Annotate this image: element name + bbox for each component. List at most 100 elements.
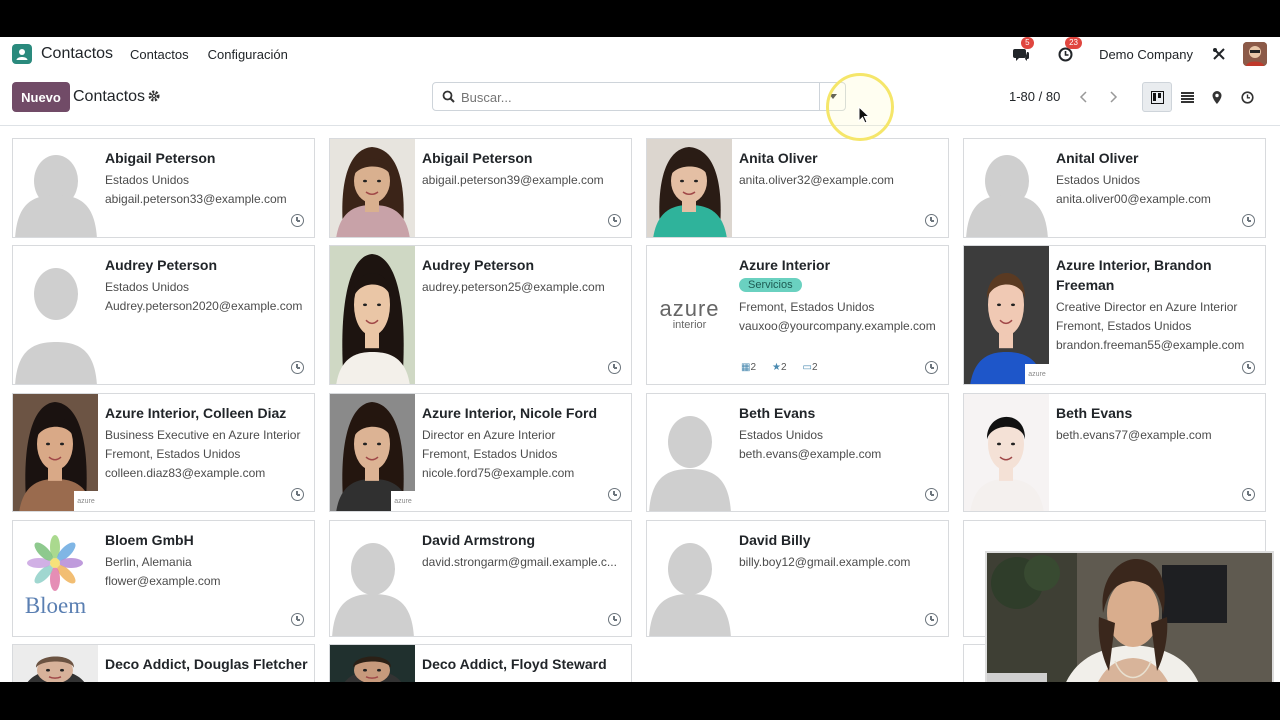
contact-photo: azure xyxy=(964,246,1049,384)
contact-name: David Billy xyxy=(739,532,811,548)
contact-name: Azure Interior xyxy=(739,257,831,273)
avatar-placeholder-icon xyxy=(647,521,732,636)
odoo-contacts-app: Contactos Contactos Configuración 5 23 D… xyxy=(0,37,1280,682)
invoices-stat[interactable]: ▭2 xyxy=(803,362,818,373)
contact-card[interactable]: Deco Addict, Douglas Fletcher xyxy=(12,644,315,682)
pager-value[interactable]: 1-80 / 80 xyxy=(1009,89,1060,104)
meetings-stat[interactable]: ▦2 xyxy=(741,362,756,373)
contact-name: Abigail Peterson xyxy=(105,150,216,166)
contact-card[interactable]: azure Azure Interior, Brandon Freeman Crea… xyxy=(963,245,1266,385)
menu-contactos[interactable]: Contactos xyxy=(130,47,189,62)
contact-card[interactable]: Abigail Peterson abigail.peterson39@examp… xyxy=(329,138,632,238)
activity-clock-icon[interactable] xyxy=(1242,214,1255,227)
contact-info: David Billy billy.boy12@gmail.example.com xyxy=(732,521,948,636)
contact-name: Abigail Peterson xyxy=(422,150,533,166)
contact-detail: abigail.peterson33@example.com xyxy=(105,192,287,206)
activity-clock-icon[interactable] xyxy=(925,488,938,501)
contact-name: Audrey Peterson xyxy=(422,257,535,273)
card-icon: ▭ xyxy=(802,362,812,373)
contacts-app-icon[interactable] xyxy=(12,44,32,64)
contact-photo xyxy=(647,139,732,237)
contact-detail: Estados Unidos xyxy=(739,428,824,442)
messages-button[interactable]: 5 xyxy=(1011,37,1034,64)
contact-card[interactable]: Audrey Peterson audrey.peterson25@example… xyxy=(329,245,632,385)
new-button[interactable]: Nuevo xyxy=(12,82,70,112)
map-view-button[interactable] xyxy=(1202,82,1232,112)
activity-clock-icon[interactable] xyxy=(608,613,621,626)
avatar-placeholder-icon xyxy=(647,394,732,511)
contact-card[interactable]: Audrey Peterson Estados Unidos Audrey.pete… xyxy=(12,245,315,385)
activity-clock-icon[interactable] xyxy=(291,488,304,501)
activity-clock-icon[interactable] xyxy=(291,613,304,626)
activity-clock-icon[interactable] xyxy=(1242,361,1255,374)
contact-info: Azure Interior, Nicole Ford Director en A… xyxy=(415,394,631,511)
contact-card[interactable]: Anital Oliver Estados Unidos anita.oliver0… xyxy=(963,138,1266,238)
contact-detail: vauxoo@yourcompany.example.com xyxy=(739,319,936,333)
contact-detail: Director en Azure Interior xyxy=(422,428,556,442)
contact-name: Anita Oliver xyxy=(739,150,818,166)
activities-button[interactable]: 23 xyxy=(1055,37,1082,64)
contact-detail: Fremont, Estados Unidos xyxy=(422,447,558,461)
contact-card[interactable]: Beth Evans beth.evans77@example.com xyxy=(963,393,1266,512)
contact-photo: azure xyxy=(330,394,415,511)
activity-clock-icon[interactable] xyxy=(608,488,621,501)
gear-icon[interactable] xyxy=(148,89,160,107)
contact-detail: Fremont, Estados Unidos xyxy=(105,447,241,461)
contact-detail: Estados Unidos xyxy=(1056,173,1141,187)
activity-view-button[interactable] xyxy=(1232,82,1262,112)
app-name[interactable]: Contactos xyxy=(41,45,113,63)
contact-info: Deco Addict, Douglas Fletcher xyxy=(98,645,314,682)
contact-photo xyxy=(330,246,415,384)
activity-clock-icon[interactable] xyxy=(925,214,938,227)
list-view-button[interactable] xyxy=(1172,82,1202,112)
activity-clock-icon[interactable] xyxy=(1242,488,1255,501)
contact-detail: beth.evans@example.com xyxy=(739,447,882,461)
company-mini-logo: azure xyxy=(74,491,98,511)
contact-detail: brandon.freeman55@example.com xyxy=(1056,338,1245,352)
debug-tools-button[interactable] xyxy=(1209,44,1229,64)
mouse-cursor-icon xyxy=(858,106,870,124)
activity-clock-icon[interactable] xyxy=(608,361,621,374)
contact-detail: billy.boy12@gmail.example.com xyxy=(739,555,911,569)
contact-name: Bloem GmbH xyxy=(105,532,194,548)
activity-clock-icon[interactable] xyxy=(291,361,304,374)
contact-card[interactable]: David Armstrong david.strongarm@gmail.exa… xyxy=(329,520,632,637)
contact-detail: david.strongarm@gmail.example.c... xyxy=(422,555,617,569)
pager-next-button[interactable] xyxy=(1100,84,1126,110)
contact-card[interactable]: Anita Oliver anita.oliver32@example.com xyxy=(646,138,949,238)
contact-detail: audrey.peterson25@example.com xyxy=(422,280,605,294)
activity-clock-icon[interactable] xyxy=(925,361,938,374)
contact-name: Azure Interior, Nicole Ford xyxy=(422,405,598,421)
contact-detail: anita.oliver00@example.com xyxy=(1056,192,1211,206)
contact-card[interactable]: azure Azure Interior, Nicole Ford Director… xyxy=(329,393,632,512)
company-switcher[interactable]: Demo Company xyxy=(1099,47,1193,62)
company-logo: Bloem xyxy=(13,521,98,636)
activity-clock-icon[interactable] xyxy=(291,214,304,227)
pager-previous-button[interactable] xyxy=(1071,84,1097,110)
activity-clock-icon[interactable] xyxy=(925,613,938,626)
contact-detail: Fremont, Estados Unidos xyxy=(739,300,875,314)
contact-card[interactable]: Abigail Peterson Estados Unidos abigail.pe… xyxy=(12,138,315,238)
contact-name: Azure Interior, Colleen Diaz xyxy=(105,405,287,421)
user-avatar[interactable] xyxy=(1243,42,1267,66)
menu-configuracion[interactable]: Configuración xyxy=(208,47,288,62)
card-stats: ▦2 ★2 ▭2 xyxy=(741,362,818,373)
contact-card[interactable]: Beth Evans Estados Unidos beth.evans@examp… xyxy=(646,393,949,512)
contact-card[interactable]: azure interior Azure Interior Servicios Fre… xyxy=(646,245,949,385)
search-input[interactable] xyxy=(461,87,817,107)
category-tag: Servicios xyxy=(739,278,802,292)
contact-name: Anital Oliver xyxy=(1056,150,1139,166)
search-bar xyxy=(432,82,846,111)
activity-clock-icon[interactable] xyxy=(608,214,621,227)
kanban-view-button[interactable] xyxy=(1142,82,1172,112)
contact-card[interactable]: David Billy billy.boy12@gmail.example.com xyxy=(646,520,949,637)
rating-stat[interactable]: ★2 xyxy=(772,362,787,373)
contact-card[interactable]: Deco Addict, Floyd Steward xyxy=(329,644,632,682)
contact-name: Beth Evans xyxy=(739,405,816,421)
contact-detail: Berlin, Alemania xyxy=(105,555,192,569)
contact-info: Beth Evans beth.evans77@example.com xyxy=(1049,394,1265,511)
search-icon xyxy=(442,90,455,108)
contact-card[interactable]: azure Azure Interior, Colleen Diaz Busines… xyxy=(12,393,315,512)
contact-card[interactable]: Bloem Bloem GmbH Berlin, Alemania flower@ex… xyxy=(12,520,315,637)
contact-photo: azure xyxy=(13,394,98,511)
